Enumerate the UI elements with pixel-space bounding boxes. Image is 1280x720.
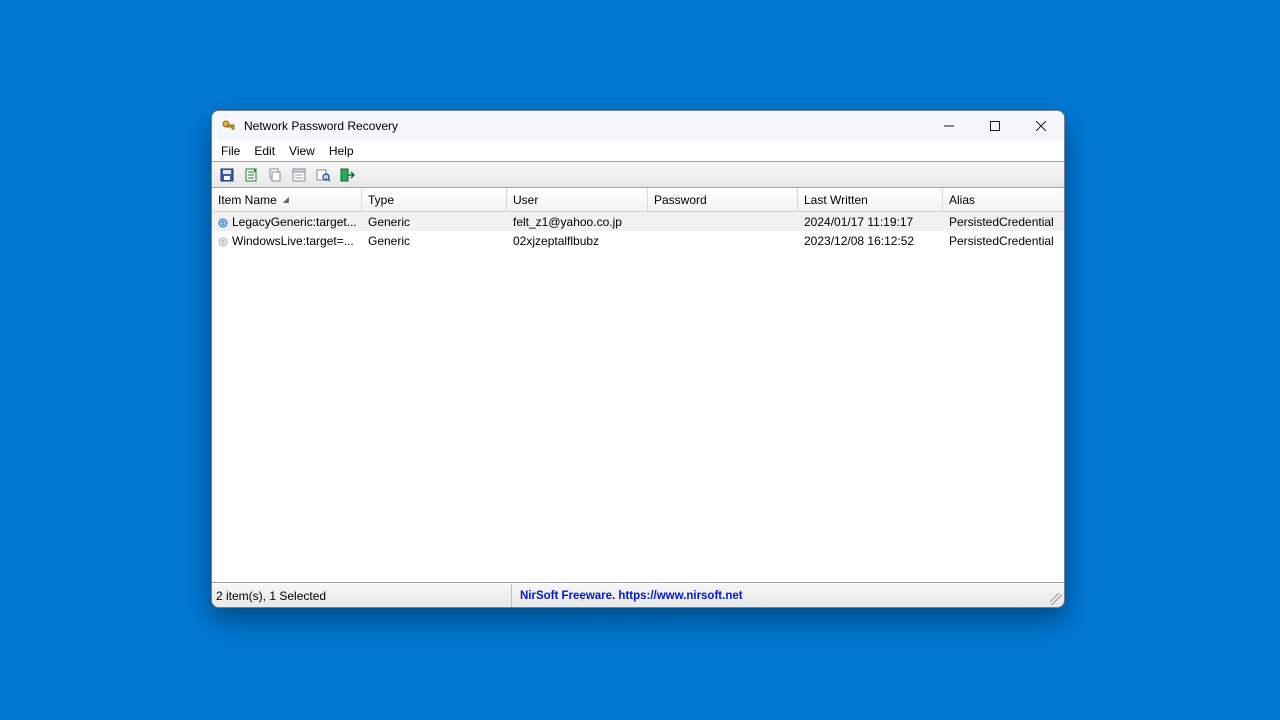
globe-icon [218, 236, 228, 246]
cell-alias: PersistedCredential [943, 212, 1064, 231]
app-window: Network Password Recovery File Edit View… [211, 110, 1065, 608]
status-link[interactable]: NirSoft Freeware. https://www.nirsoft.ne… [512, 584, 1064, 607]
column-item-name[interactable]: Item Name ◢ [212, 188, 362, 211]
grid: Item Name ◢ Type User Password Last Writ… [212, 188, 1064, 583]
column-alias[interactable]: Alias [943, 188, 1064, 211]
menu-help[interactable]: Help [322, 142, 361, 160]
close-button[interactable] [1018, 111, 1064, 141]
exit-icon[interactable] [336, 164, 358, 186]
maximize-button[interactable] [972, 111, 1018, 141]
menu-file[interactable]: File [214, 142, 247, 160]
title-bar[interactable]: Network Password Recovery [212, 111, 1064, 141]
cell-item-text: WindowsLive:target=... [232, 234, 354, 248]
column-user[interactable]: User [507, 188, 648, 211]
column-item-label: Item Name [218, 193, 277, 207]
cell-password [648, 231, 798, 250]
status-count: 2 item(s), 1 Selected [212, 584, 512, 607]
cell-last-written: 2024/01/17 11:19:17 [798, 212, 943, 231]
find-icon[interactable] [312, 164, 334, 186]
toolbar [212, 162, 1064, 188]
refresh-icon[interactable] [240, 164, 262, 186]
globe-icon [218, 217, 228, 227]
table-row[interactable]: LegacyGeneric:target... Genericfelt_z1@ya… [212, 212, 1064, 231]
cell-item-name: LegacyGeneric:target... [212, 212, 362, 231]
table-row[interactable]: WindowsLive:target=... Generic02xjzeptalf… [212, 231, 1064, 250]
column-type[interactable]: Type [362, 188, 507, 211]
menu-view[interactable]: View [282, 142, 322, 160]
copy-icon[interactable] [264, 164, 286, 186]
cell-item-text: LegacyGeneric:target... [232, 215, 357, 229]
cell-alias: PersistedCredential [943, 231, 1064, 250]
cell-last-written: 2023/12/08 16:12:52 [798, 231, 943, 250]
resize-grip-icon[interactable] [1050, 593, 1062, 605]
minimize-button[interactable] [926, 111, 972, 141]
properties-icon[interactable] [288, 164, 310, 186]
column-password[interactable]: Password [648, 188, 798, 211]
grid-body[interactable]: LegacyGeneric:target... Genericfelt_z1@ya… [212, 212, 1064, 582]
cell-user: 02xjzeptalflbubz [507, 231, 648, 250]
cell-type: Generic [362, 231, 507, 250]
cell-password [648, 212, 798, 231]
grid-header: Item Name ◢ Type User Password Last Writ… [212, 188, 1064, 212]
column-last-written[interactable]: Last Written [798, 188, 943, 211]
window-title: Network Password Recovery [244, 119, 398, 133]
cell-user: felt_z1@yahoo.co.jp [507, 212, 648, 231]
menu-edit[interactable]: Edit [247, 142, 282, 160]
cell-type: Generic [362, 212, 507, 231]
save-icon[interactable] [216, 164, 238, 186]
status-bar: 2 item(s), 1 Selected NirSoft Freeware. … [212, 583, 1064, 607]
cell-item-name: WindowsLive:target=... [212, 231, 362, 250]
menu-bar: File Edit View Help [212, 141, 1064, 162]
sort-indicator-icon: ◢ [283, 195, 289, 204]
app-icon [220, 118, 236, 134]
